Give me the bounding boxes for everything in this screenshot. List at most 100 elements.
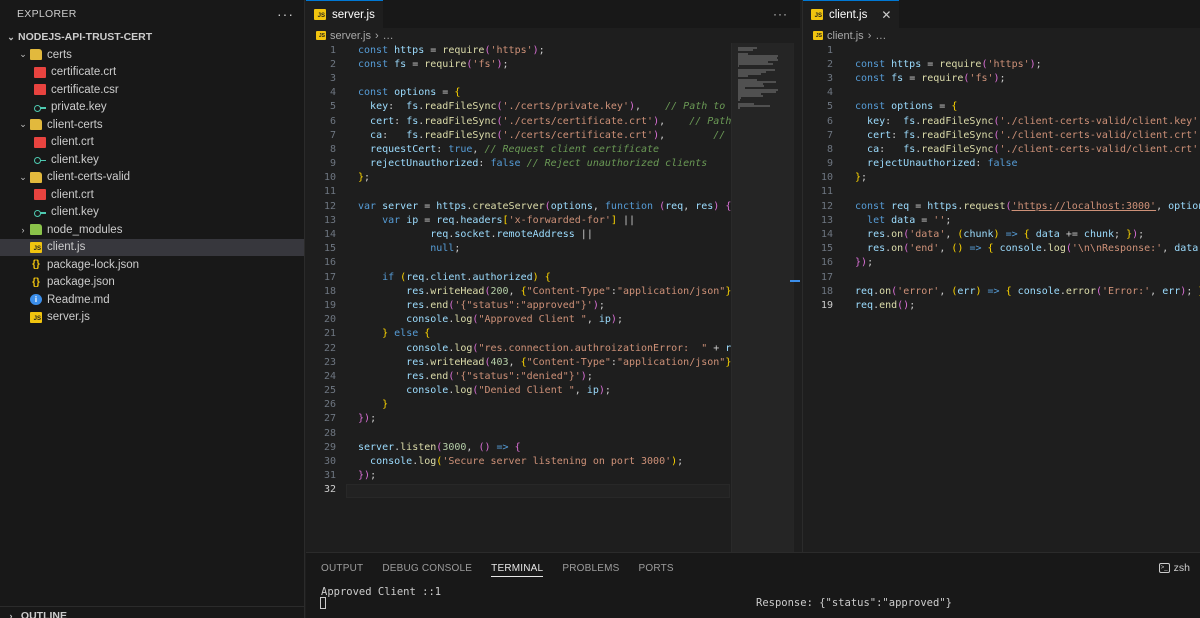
panel-tab-terminal[interactable]: TERMINAL: [491, 553, 544, 583]
line-content: cert: fs.readFileSync('./client-certs-va…: [867, 129, 1200, 141]
explorer-more-button[interactable]: ···: [277, 6, 294, 22]
breadcrumb: JS client.js › …: [803, 28, 1200, 43]
code-line[interactable]: 23 res.writeHead(403, {"Content-Type":"a…: [306, 355, 761, 369]
breadcrumb-file[interactable]: server.js: [330, 30, 371, 42]
code-line[interactable]: 8 requestCert: true, // Request client c…: [306, 142, 761, 156]
code-line[interactable]: 13 var ip = req.headers['x-forwarded-for…: [306, 213, 761, 227]
code-editor-left[interactable]: 1 const https = require('https'); 2 const f…: [306, 43, 761, 497]
breadcrumb-symbol[interactable]: …: [875, 30, 886, 42]
code-line[interactable]: 32: [306, 483, 761, 497]
code-line[interactable]: 7 cert: fs.readFileSync('./client-certs-…: [803, 128, 1200, 142]
code-line[interactable]: 14 res.on('data', (chunk) => { data += c…: [803, 227, 1200, 241]
code-line[interactable]: 4 const options = {: [306, 86, 761, 100]
panel-tab-ports[interactable]: PORTS: [639, 553, 674, 583]
tree-item-client-js[interactable]: JS client.js: [0, 238, 304, 256]
tree-item-client-key[interactable]: client.key: [0, 151, 304, 169]
tree-item-certificate-crt[interactable]: certificate.crt: [0, 64, 304, 82]
code-line[interactable]: 27});: [306, 412, 761, 426]
code-line[interactable]: 11: [803, 185, 1200, 199]
code-line[interactable]: 16});: [803, 256, 1200, 270]
breadcrumb-file[interactable]: client.js: [827, 30, 864, 42]
code-line[interactable]: 5 key: fs.readFileSync('./certs/private.…: [306, 100, 761, 114]
code-line[interactable]: 20 console.log("Approved Client ", ip);: [306, 313, 761, 327]
code-line[interactable]: 18 res.writeHead(200, {"Content-Type":"a…: [306, 284, 761, 298]
code-line[interactable]: 9 rejectUnauthorized: false: [803, 157, 1200, 171]
code-line[interactable]: 2 const fs = require('fs');: [306, 57, 761, 71]
code-line[interactable]: 30 console.log('Secure server listening …: [306, 454, 761, 468]
code-line[interactable]: 17 if (req.client.authorized) {: [306, 270, 761, 284]
code-line[interactable]: 14 req.socket.remoteAddress ||: [306, 227, 761, 241]
code-line[interactable]: 21 } else {: [306, 327, 761, 341]
code-line[interactable]: 12 var server = https.createServer(option…: [306, 199, 761, 213]
code-line[interactable]: 1 const https = require('https');: [306, 43, 761, 57]
code-line[interactable]: 26 }: [306, 398, 761, 412]
code-line[interactable]: 4: [803, 86, 1200, 100]
line-number: 3: [826, 72, 833, 84]
tree-item-client-crt[interactable]: client.crt: [0, 186, 304, 204]
code-line[interactable]: 9 rejectUnauthorized: false // Reject un…: [306, 157, 761, 171]
tree-item-client-certs-valid[interactable]: ⌄ client-certs-valid: [0, 169, 304, 187]
code-line[interactable]: 13 let data = '';: [803, 213, 1200, 227]
code-line[interactable]: 19 req.end();: [803, 298, 1200, 312]
explorer-root-folder[interactable]: ⌄ NODEJS-API-TRUST-CERT: [0, 28, 304, 46]
tree-item-readme-md[interactable]: i Readme.md: [0, 291, 304, 309]
chevron-down-icon: ⌄: [19, 171, 27, 182]
tree-item-private-key[interactable]: private.key: [0, 99, 304, 117]
code-line[interactable]: 24 res.end('{"status":"denied"}');: [306, 369, 761, 383]
line-content: var server = https.createServer(options,…: [358, 200, 732, 212]
breadcrumb-symbol[interactable]: …: [383, 30, 394, 42]
code-line[interactable]: 2 const https = require('https');: [803, 57, 1200, 71]
code-line[interactable]: 5 const options = {: [803, 100, 1200, 114]
code-line[interactable]: 31});: [306, 469, 761, 483]
code-line[interactable]: 25 console.log("Denied Client ", ip);: [306, 384, 761, 398]
code-line[interactable]: 19 res.end('{"status":"approved"}');: [306, 298, 761, 312]
editor-more-actions-button[interactable]: ···: [773, 7, 788, 21]
line-content: });: [358, 470, 377, 482]
panel-tab-debug-console[interactable]: DEBUG CONSOLE: [382, 553, 472, 583]
code-editor-right[interactable]: 1 2 const https = require('https'); 3 const …: [803, 43, 1200, 313]
code-line[interactable]: 3 const fs = require('fs');: [803, 71, 1200, 85]
outline-section-header[interactable]: › OUTLINE: [0, 606, 305, 618]
line-number: 25: [323, 385, 336, 397]
code-line[interactable]: 15 null;: [306, 242, 761, 256]
tree-item-node-modules[interactable]: › node_modules: [0, 221, 304, 239]
terminal-shell-selector[interactable]: >_ zsh: [1158, 562, 1190, 574]
tab-label: server.js: [332, 8, 375, 21]
code-line[interactable]: 12 const req = https.request('https://loc…: [803, 199, 1200, 213]
code-line[interactable]: 10};: [803, 171, 1200, 185]
tree-item-client-key[interactable]: client.key: [0, 204, 304, 222]
code-line[interactable]: 6 key: fs.readFileSync('./client-certs-v…: [803, 114, 1200, 128]
panel-tab-output[interactable]: OUTPUT: [321, 553, 363, 583]
tree-item-server-js[interactable]: JS server.js: [0, 309, 304, 327]
tree-item-certificate-csr[interactable]: certificate.csr: [0, 81, 304, 99]
line-content: server.listen(3000, () => {: [358, 441, 521, 453]
tree-item-package-json[interactable]: {} package.json: [0, 274, 304, 292]
panel-tab-problems[interactable]: PROBLEMS: [562, 553, 619, 583]
tree-item-client-certs[interactable]: ⌄ client-certs: [0, 116, 304, 134]
code-line[interactable]: 22 console.log("res.connection.authroiza…: [306, 341, 761, 355]
code-line[interactable]: 10};: [306, 171, 761, 185]
code-line[interactable]: 3: [306, 71, 761, 85]
code-line[interactable]: 1: [803, 43, 1200, 57]
minimap[interactable]: [731, 43, 794, 552]
breadcrumb: JS server.js › …: [306, 28, 800, 43]
code-line[interactable]: 15 res.on('end', () => { console.log('\n…: [803, 242, 1200, 256]
code-line[interactable]: 17: [803, 270, 1200, 284]
tab-client-js[interactable]: JS client.js ✕: [803, 0, 900, 28]
code-line[interactable]: 7 ca: fs.readFileSync('./certs/certifica…: [306, 128, 761, 142]
code-line[interactable]: 6 cert: fs.readFileSync('./certs/certifi…: [306, 114, 761, 128]
minimap-viewport[interactable]: [732, 43, 794, 552]
code-line[interactable]: 28: [306, 426, 761, 440]
code-line[interactable]: 11: [306, 185, 761, 199]
tree-item-certs[interactable]: ⌄ certs: [0, 46, 304, 64]
tree-item-client-crt[interactable]: client.crt: [0, 134, 304, 152]
code-line[interactable]: 18 req.on('error', (err) => { console.err…: [803, 284, 1200, 298]
code-line[interactable]: 16: [306, 256, 761, 270]
code-line[interactable]: 8 ca: fs.readFileSync('./client-certs-va…: [803, 142, 1200, 156]
js-file-icon: JS: [30, 241, 42, 253]
line-number: 5: [826, 101, 833, 113]
tree-item-package-lock-json[interactable]: {} package-lock.json: [0, 256, 304, 274]
close-icon[interactable]: ✕: [881, 8, 891, 22]
code-line[interactable]: 29 server.listen(3000, () => {: [306, 440, 761, 454]
tab-server-js[interactable]: JS server.js: [306, 0, 383, 28]
